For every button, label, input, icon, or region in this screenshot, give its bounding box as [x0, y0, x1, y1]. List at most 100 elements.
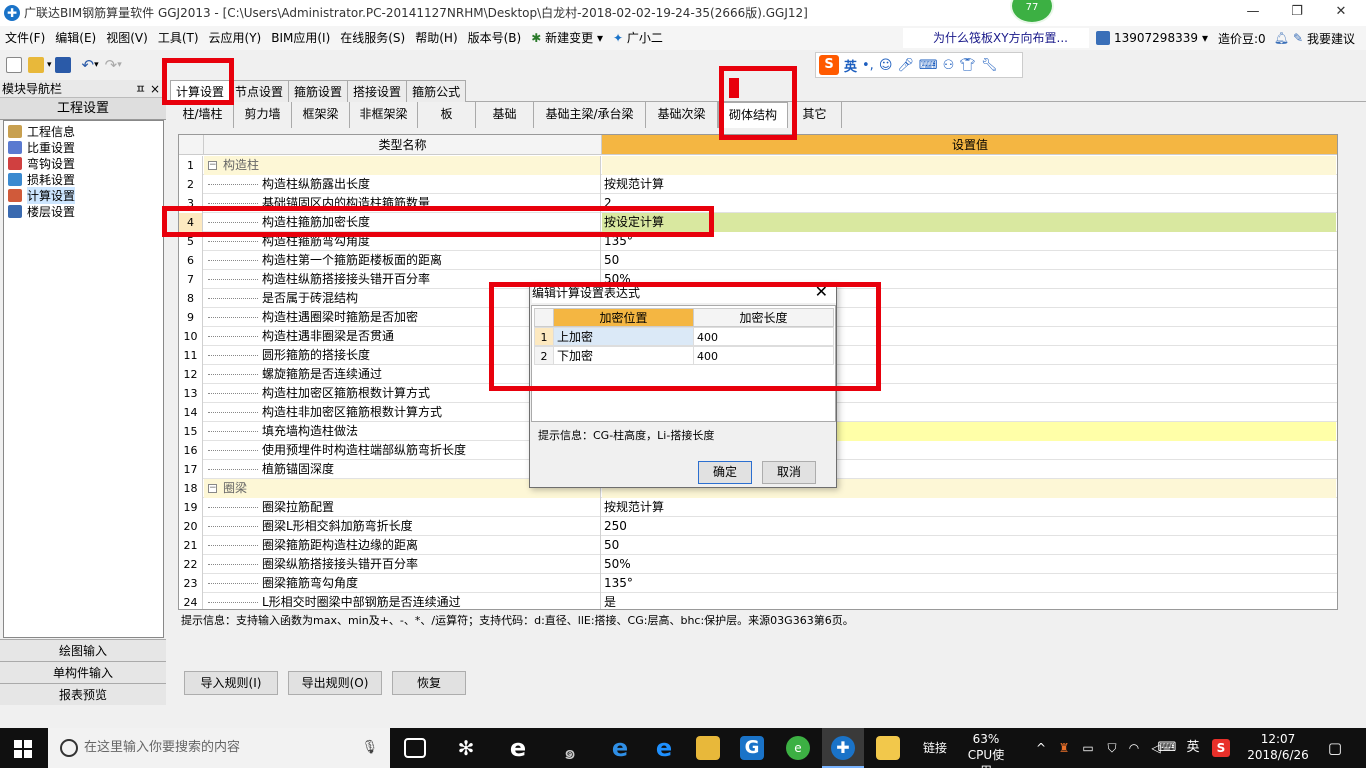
- tab-lap-settings[interactable]: 搭接设置: [347, 80, 408, 102]
- subtab-shear-wall[interactable]: 剪力墙: [234, 102, 292, 128]
- row-value-cell[interactable]: 50%: [602, 555, 1336, 574]
- glodon-g-icon[interactable]: G: [740, 736, 764, 760]
- menu-version[interactable]: 版本号(B): [463, 26, 527, 50]
- menu-edit[interactable]: 编辑(E): [50, 26, 101, 50]
- tab-stirrup-settings[interactable]: 箍筋设置: [288, 80, 349, 102]
- subtab-foundation[interactable]: 基础: [476, 102, 534, 128]
- shield-icon[interactable]: ⛉: [1104, 728, 1120, 768]
- menu-cloud[interactable]: 云应用(Y): [204, 26, 267, 50]
- row-value-cell[interactable]: 135°: [602, 574, 1336, 593]
- row-value-cell[interactable]: 50: [602, 536, 1336, 555]
- emoji-icon[interactable]: ☺: [879, 58, 893, 73]
- nav-item-calc-settings[interactable]: 计算设置: [4, 186, 163, 204]
- save-icon[interactable]: [54, 57, 71, 73]
- ime-lang[interactable]: 英: [844, 56, 857, 75]
- cpu-meter[interactable]: 63% CPU使用: [962, 731, 1010, 768]
- browser-green-icon[interactable]: e: [786, 736, 810, 760]
- tab-stirrup-formula[interactable]: 箍筋公式: [406, 80, 467, 102]
- grid-row[interactable]: 24 L形相交时圈梁中部钢筋是否连续通过 是: [179, 593, 1337, 609]
- subtab-slab[interactable]: 板: [418, 102, 476, 128]
- grid-row[interactable]: 21 圈梁箍筋距构造柱边缘的距离 50: [179, 536, 1337, 555]
- chevron-down-icon[interactable]: ▾: [117, 60, 122, 70]
- restore-button[interactable]: ❐: [1274, 0, 1320, 26]
- grid-group-row[interactable]: 1− 构造柱: [179, 156, 1337, 175]
- menu-file[interactable]: 文件(F): [0, 26, 50, 50]
- file-explorer-icon[interactable]: [696, 736, 720, 760]
- menu-assistant[interactable]: ✦ 广小二: [608, 26, 668, 50]
- mario-icon[interactable]: ♜: [1056, 728, 1072, 768]
- score-badge[interactable]: 77: [1010, 0, 1054, 24]
- tray-link[interactable]: 链接: [918, 728, 952, 768]
- nav-item-hook[interactable]: 弯钩设置: [4, 155, 163, 171]
- nav-item-weight[interactable]: 比重设置: [4, 139, 163, 155]
- shirt-icon[interactable]: 👕︎: [959, 58, 976, 73]
- dialog-cancel-button[interactable]: 取消: [762, 461, 816, 484]
- windows-start-icon[interactable]: [14, 740, 32, 758]
- grid-row[interactable]: 22 圈梁纵筋搭接接头错开百分率 50%: [179, 555, 1337, 574]
- grid-row[interactable]: 2 构造柱纵筋露出长度 按规范计算: [179, 175, 1337, 194]
- nav-item-project-info[interactable]: 工程信息: [4, 123, 163, 139]
- row-value-cell[interactable]: 是: [602, 593, 1336, 609]
- row-value-cell[interactable]: [602, 156, 1336, 175]
- nav-report-preview[interactable]: 报表预览: [0, 683, 166, 705]
- new-file-icon[interactable]: [6, 57, 22, 73]
- subtab-foundation-beam[interactable]: 基础主梁/承台梁: [534, 102, 646, 128]
- sogou-logo-icon[interactable]: S: [819, 55, 839, 75]
- chevron-down-icon[interactable]: ▾: [47, 60, 52, 70]
- restore-button[interactable]: 恢复: [392, 671, 466, 695]
- user-phone[interactable]: 13907298339: [1114, 31, 1198, 45]
- grid-row[interactable]: 20 圈梁L形相交斜加筋弯折长度 250: [179, 517, 1337, 536]
- pin-icon[interactable]: ㅍ: [135, 80, 146, 98]
- app-swirl-icon[interactable]: ๑: [558, 736, 582, 764]
- redo-icon[interactable]: ↷: [105, 56, 118, 74]
- collapse-icon[interactable]: −: [208, 161, 217, 170]
- edge-icon[interactable]: e: [608, 736, 632, 760]
- nav-section-project-settings[interactable]: 工程设置: [0, 98, 166, 120]
- battery-icon[interactable]: ▭: [1080, 728, 1096, 768]
- notes-icon[interactable]: [876, 736, 900, 760]
- menu-view[interactable]: 视图(V): [101, 26, 153, 50]
- microphone-icon[interactable]: 🎙︎: [361, 728, 378, 768]
- taskbar-active-app[interactable]: ✚: [822, 728, 864, 768]
- menu-bim[interactable]: BIM应用(I): [266, 26, 335, 50]
- wrench-icon[interactable]: 🔧︎: [981, 58, 998, 73]
- collapse-icon[interactable]: −: [208, 484, 217, 493]
- subtab-foundation-sub-beam[interactable]: 基础次梁: [646, 102, 718, 128]
- task-view-icon[interactable]: [404, 738, 426, 758]
- microphone-icon[interactable]: 🎤︎: [897, 58, 914, 73]
- notification-icon[interactable]: ▢: [1322, 728, 1348, 768]
- tab-node-settings[interactable]: 节点设置: [229, 80, 290, 102]
- nav-single-input[interactable]: 单构件输入: [0, 661, 166, 683]
- sogou-tray-icon[interactable]: S: [1212, 739, 1230, 757]
- menu-help[interactable]: 帮助(H): [410, 26, 462, 50]
- taskbar-search-input[interactable]: 在这里输入你要搜索的内容 🎙︎: [48, 728, 390, 768]
- subtab-column[interactable]: 柱/墙柱: [172, 102, 234, 128]
- taskbar-lang[interactable]: 英: [1184, 728, 1202, 768]
- chevron-down-icon[interactable]: ▾: [1202, 31, 1208, 45]
- nav-item-floor[interactable]: 楼层设置: [4, 203, 163, 219]
- bell-icon[interactable]: 🔔︎: [1274, 31, 1289, 45]
- row-value-cell[interactable]: 250: [602, 517, 1336, 536]
- ad-banner[interactable]: 为什么筏板XY方向布置...: [903, 28, 1089, 48]
- wifi-icon[interactable]: ◠: [1126, 728, 1142, 768]
- nav-close-icon[interactable]: ×: [150, 80, 160, 98]
- punctuation-icon[interactable]: •,: [862, 58, 874, 73]
- chevron-down-icon[interactable]: ▾: [94, 60, 99, 70]
- grid-row[interactable]: 19 圈梁拉筋配置 按规范计算: [179, 498, 1337, 517]
- feedback-link[interactable]: 我要建议: [1307, 30, 1355, 47]
- fan-icon[interactable]: ✻: [454, 736, 478, 760]
- nav-item-loss[interactable]: 损耗设置: [4, 171, 163, 187]
- undo-icon[interactable]: ↶: [82, 56, 95, 74]
- row-value-cell[interactable]: 按规范计算: [602, 175, 1336, 194]
- chevron-up-icon[interactable]: ^: [1034, 728, 1048, 768]
- subtab-nonframe-beam[interactable]: 非框架梁: [350, 102, 418, 128]
- row-value-cell[interactable]: 50: [602, 251, 1336, 270]
- subtab-frame-beam[interactable]: 框架梁: [292, 102, 350, 128]
- dialog-ok-button[interactable]: 确定: [698, 461, 752, 484]
- menu-tools[interactable]: 工具(T): [153, 26, 204, 50]
- ie-dark-icon[interactable]: e: [506, 736, 530, 760]
- grid-row[interactable]: 6 构造柱第一个箍筋距楼板面的距离 50: [179, 251, 1337, 270]
- menu-new-change[interactable]: ✱ 新建变更 ▾: [526, 26, 608, 50]
- clock[interactable]: 12:07 2018/6/26: [1240, 731, 1316, 765]
- keyboard-icon[interactable]: ⌨: [1154, 728, 1180, 768]
